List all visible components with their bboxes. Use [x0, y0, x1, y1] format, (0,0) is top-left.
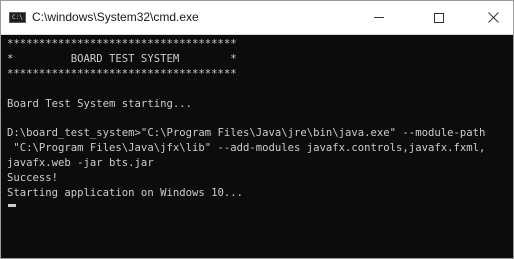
cmd-window: C:\ C:\windows\System32\cmd.exe ********…: [0, 0, 514, 259]
banner-bottom-border: ************************************: [7, 68, 237, 80]
console-output[interactable]: ************************************ * B…: [1, 35, 513, 258]
maximize-button[interactable]: [417, 1, 461, 34]
minimize-icon: [374, 17, 384, 18]
console-line-success: Success!: [7, 172, 59, 184]
title-bar[interactable]: C:\ C:\windows\System32\cmd.exe: [1, 1, 513, 35]
console-line-command-3: javafx.web -jar bts.jar: [7, 157, 154, 169]
close-button[interactable]: [473, 1, 513, 34]
maximize-icon: [434, 12, 444, 23]
banner-title: * BOARD TEST SYSTEM *: [7, 53, 237, 65]
console-line-app-start: Starting application on Windows 10...: [7, 187, 243, 199]
console-line-command-1: D:\board_test_system>"C:\Program Files\J…: [7, 127, 486, 139]
close-icon: [487, 12, 499, 23]
console-line-starting: Board Test System starting...: [7, 98, 192, 110]
app-icon-label: C:\: [12, 14, 23, 21]
cmd-app-icon[interactable]: C:\: [9, 12, 26, 23]
minimize-button[interactable]: [357, 1, 401, 34]
banner-top-border: ************************************: [7, 38, 237, 50]
window-title: C:\windows\System32\cmd.exe: [32, 10, 199, 24]
console-line-command-2: "C:\Program Files\Java\jfx\lib" --add-mo…: [7, 142, 486, 154]
text-cursor: [8, 204, 16, 207]
